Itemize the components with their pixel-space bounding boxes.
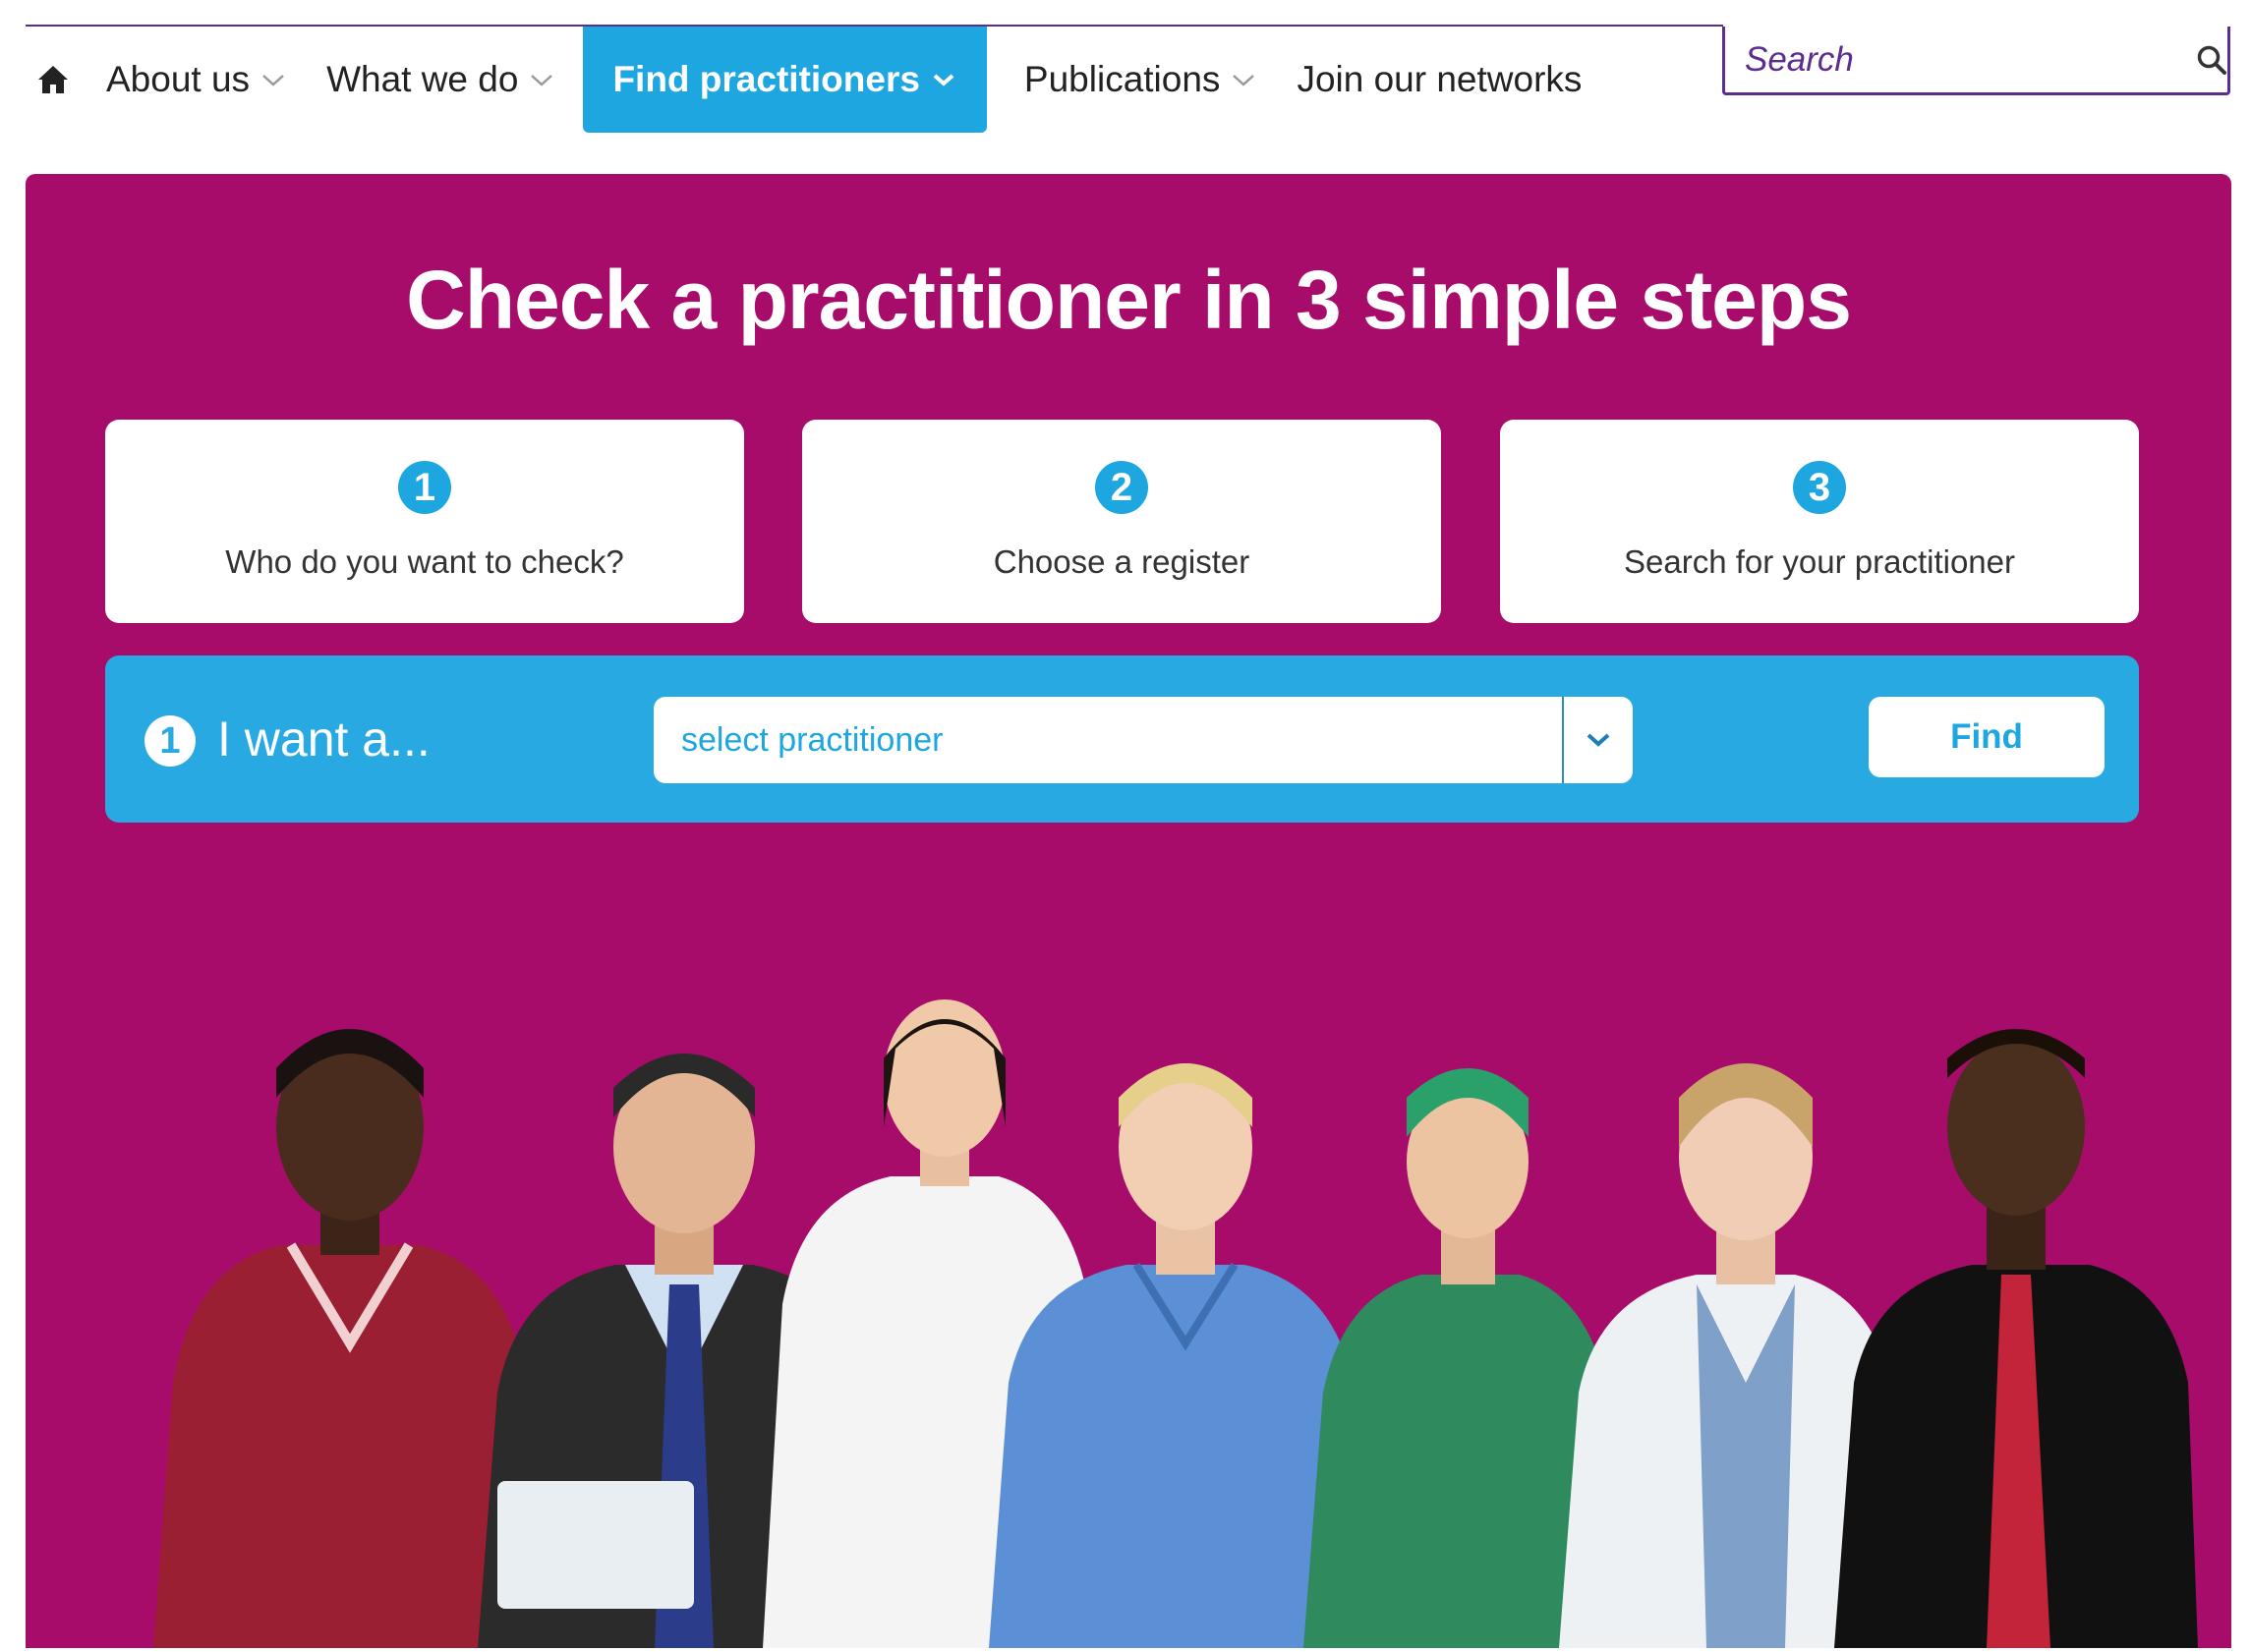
step-number-badge: 3 <box>1793 461 1846 514</box>
page-title: Check a practitioner in 3 simple steps <box>406 254 1852 346</box>
nav-label: Find practitioners <box>612 59 920 99</box>
step-number-badge: 2 <box>1095 461 1148 514</box>
nav-what-we-do[interactable]: What we do <box>301 27 569 133</box>
step-card-3: 3 Search for your practitioner <box>1500 420 2139 623</box>
selector-label: I want a... <box>217 712 431 767</box>
search-icon <box>2197 45 2226 75</box>
home-link[interactable] <box>26 27 81 133</box>
chevron-down-icon <box>933 74 954 86</box>
step-label: Search for your practitioner <box>1623 543 2015 580</box>
practitioner-select[interactable]: select practitioner <box>654 697 1633 783</box>
practitioner-selector-bar: 1 I want a... select practitioner Find <box>105 655 2139 823</box>
nav-find-practitioners[interactable]: Find practitioners <box>583 27 987 133</box>
search-button[interactable] <box>2195 28 2228 91</box>
nav-label: Join our networks <box>1297 59 1583 99</box>
step-number-badge: 1 <box>144 715 196 767</box>
chevron-down-icon <box>1587 733 1610 747</box>
chevron-down-icon <box>531 75 553 86</box>
select-value: select practitioner <box>681 720 944 759</box>
nav-join-our-networks[interactable]: Join our networks <box>1271 27 1595 133</box>
practitioners-group-photo <box>153 999 2198 1648</box>
chevron-down-icon <box>262 75 284 86</box>
search-input[interactable] <box>1725 28 2195 90</box>
person-1-illustration <box>153 1029 537 1648</box>
step-card-2: 2 Choose a register <box>802 420 1441 623</box>
person-4-illustration <box>989 1063 1362 1648</box>
home-icon <box>38 66 68 93</box>
nav-label: About us <box>106 59 251 99</box>
nav-publications[interactable]: Publications <box>999 27 1272 133</box>
select-toggle[interactable] <box>1562 697 1633 783</box>
step-label: Who do you want to check? <box>225 543 624 580</box>
person-7-illustration <box>1834 1029 2198 1648</box>
hero-panel: Check a practitioner in 3 simple steps 1… <box>26 174 2231 1648</box>
nav-label: Publications <box>1023 59 1221 99</box>
nav-label: What we do <box>326 59 519 99</box>
search-box <box>1722 27 2230 95</box>
step-number-badge: 1 <box>398 461 451 514</box>
main-nav: About us What we do Find practitioners P… <box>26 27 1595 133</box>
nav-about-us[interactable]: About us <box>81 27 301 133</box>
step-label: Choose a register <box>993 543 1250 580</box>
step-card-1: 1 Who do you want to check? <box>105 420 744 623</box>
chevron-down-icon <box>1233 75 1255 86</box>
find-button[interactable]: Find <box>1869 697 2105 777</box>
